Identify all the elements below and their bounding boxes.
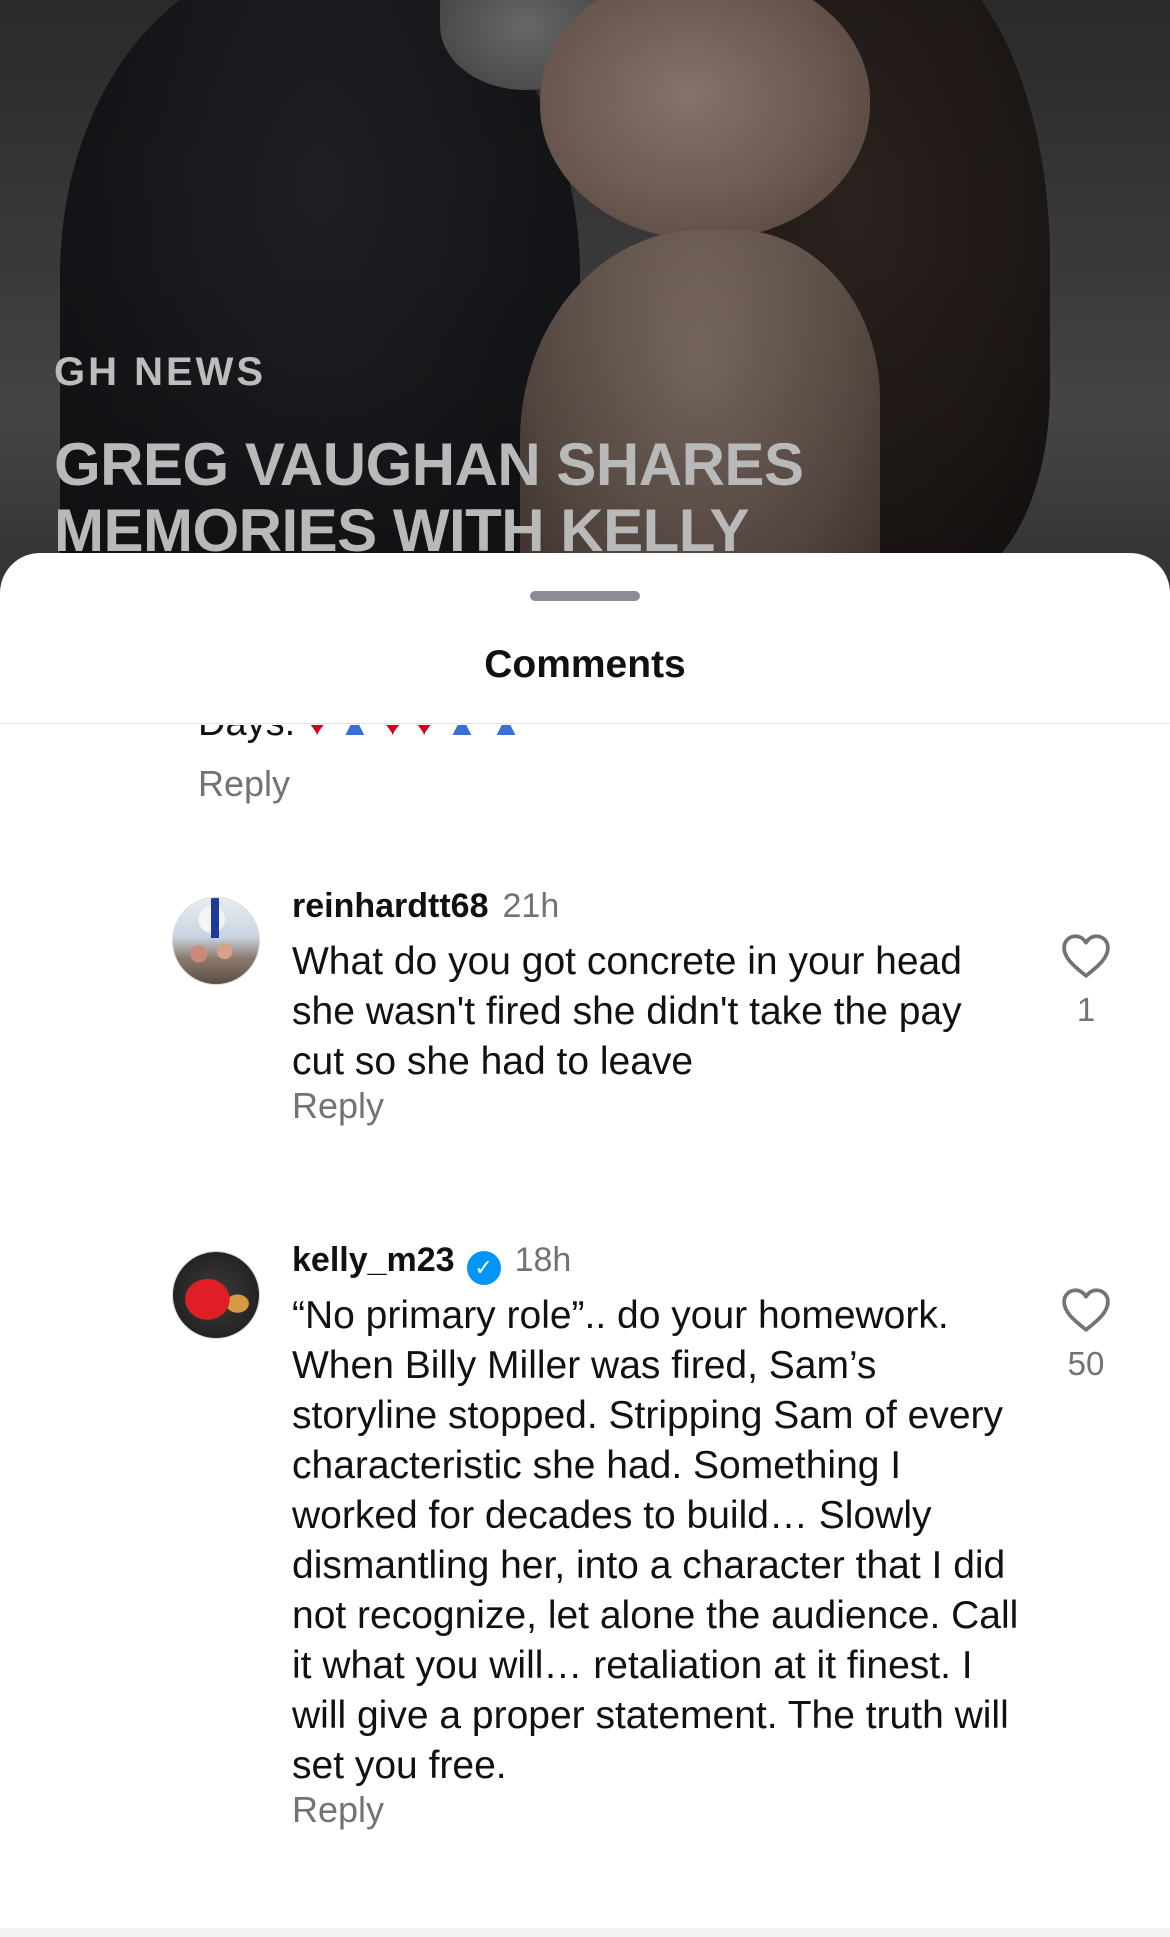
comment-header: reinhardtt68 21h	[292, 887, 559, 926]
heart-emoji-icon: ♥	[307, 706, 327, 742]
avatar[interactable]	[172, 897, 260, 985]
like-button[interactable]: 1	[1060, 933, 1112, 1029]
like-count: 1	[1076, 991, 1096, 1028]
comment-username[interactable]: reinhardtt68	[292, 887, 489, 925]
heart-emoji-icon: ♥	[414, 706, 434, 742]
reply-button[interactable]: Reply	[292, 1085, 384, 1127]
sheet-title: Comments	[484, 643, 686, 686]
comment-time: 18h	[514, 1241, 572, 1279]
sheet-divider	[0, 723, 1170, 724]
comments-sheet: Comments Days. ♥ ▲ ♥ ♥ ▲ ▲ Reply reinhar…	[0, 553, 1170, 1937]
comment-time: 21h	[502, 887, 560, 925]
heart-icon[interactable]	[1061, 933, 1111, 979]
raised-hands-emoji-icon: ▲	[446, 706, 478, 742]
post-category: GH NEWS	[54, 350, 267, 394]
sheet-drag-handle[interactable]	[530, 591, 640, 601]
comment-text: “No primary role”.. do your homework. Wh…	[292, 1294, 1019, 1787]
post-headline: GREG VAUGHAN SHARES MEMORIES WITH KELLY	[54, 431, 804, 564]
like-count: 50	[1067, 1345, 1105, 1382]
previous-comment-reply-button[interactable]: Reply	[198, 763, 290, 805]
avatar[interactable]	[172, 1251, 260, 1339]
like-button[interactable]: 50	[1060, 1287, 1112, 1383]
previous-comment-tail: Days. ♥ ▲ ♥ ♥ ▲ ▲	[198, 702, 522, 743]
heart-icon[interactable]	[1061, 1287, 1111, 1333]
heart-emoji-icon: ♥	[383, 706, 403, 742]
reply-button[interactable]: Reply	[292, 1789, 384, 1831]
bottom-divider	[0, 1928, 1170, 1937]
post-hero-image: GH NEWS GREG VAUGHAN SHARES MEMORIES WIT…	[0, 0, 1170, 600]
comment-text: What do you got concrete in your head sh…	[292, 940, 962, 1083]
raised-hands-emoji-icon: ▲	[490, 706, 522, 742]
raised-hands-emoji-icon: ▲	[339, 706, 371, 742]
verified-badge-icon: ✓	[466, 1251, 501, 1285]
comment-username[interactable]: kelly_m23	[292, 1241, 455, 1279]
comment-header: kelly_m23 ✓ 18h	[292, 1241, 571, 1285]
